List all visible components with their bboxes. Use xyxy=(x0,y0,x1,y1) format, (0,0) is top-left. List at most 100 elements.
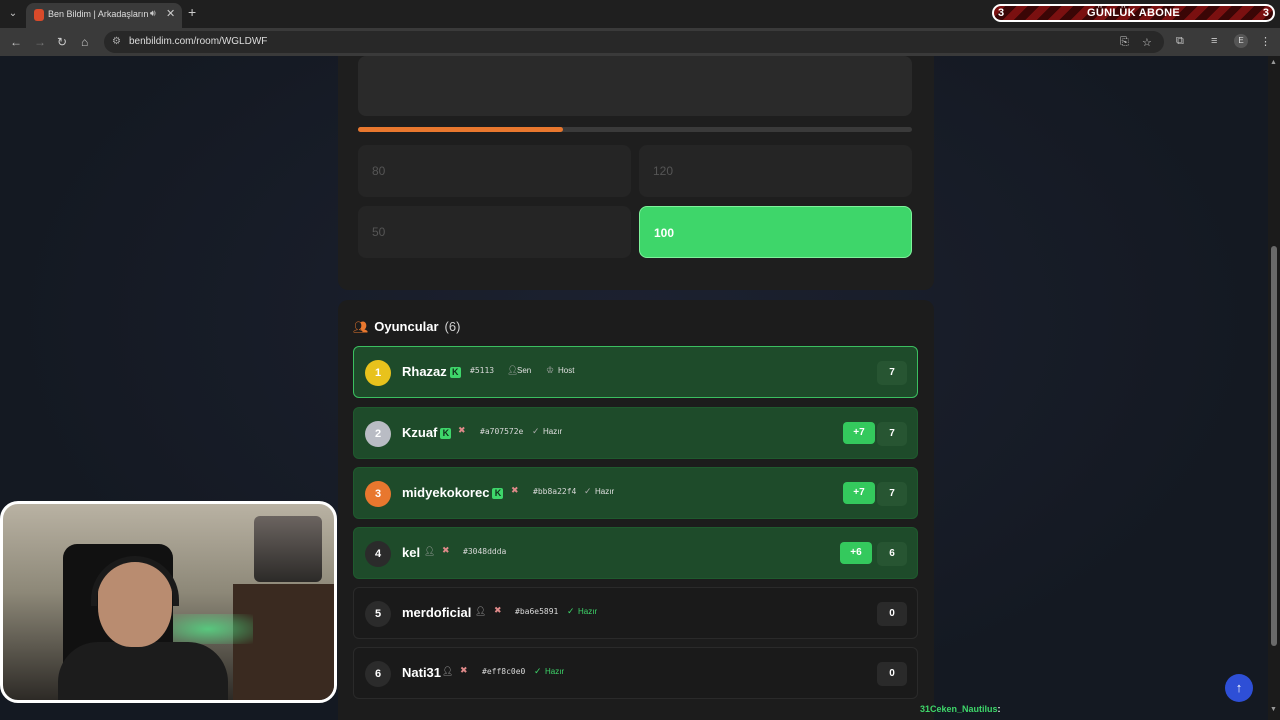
timer-progress-bar xyxy=(358,127,912,132)
rank-badge: 3 xyxy=(365,481,391,507)
question-box xyxy=(358,56,912,116)
bookmark-star-icon[interactable]: ☆ xyxy=(1142,36,1152,49)
home-icon[interactable]: ⌂ xyxy=(81,35,88,49)
player-id: #a707572e xyxy=(480,427,524,436)
banner-left-count: 3 xyxy=(998,7,1005,19)
check-circle-icon: ✓ xyxy=(534,666,542,676)
rank-badge: 4 xyxy=(365,541,391,567)
back-arrow-icon[interactable]: ← xyxy=(10,35,22,49)
player-name: Nati31 xyxy=(402,665,442,680)
player-id: #3048ddda xyxy=(463,547,507,556)
players-heading: 👥︎ Oyuncular (6) xyxy=(353,319,460,334)
kick-player-icon[interactable]: ✖︎ xyxy=(460,665,468,676)
reload-icon[interactable]: ↻ xyxy=(57,35,67,49)
scroll-up-arrow-icon[interactable]: ▲ xyxy=(1270,59,1277,66)
secondary-camera xyxy=(254,516,322,582)
users-icon: 👥︎ xyxy=(353,319,369,334)
daily-subscriber-banner: 3 GÜNLÜK ABONE 3 xyxy=(992,4,1275,22)
player-score: 7 xyxy=(877,422,907,446)
points-gained-badge: +7 xyxy=(843,422,875,444)
ready-status: Hazır xyxy=(578,607,598,616)
page-scrollbar[interactable]: ▲ ▼ xyxy=(1268,56,1280,720)
points-gained-badge: +7 xyxy=(843,482,875,504)
profile-avatar[interactable]: E xyxy=(1234,34,1248,48)
chat-username: 31Ceken_Nautilus xyxy=(920,704,998,714)
kick-player-icon[interactable]: ✖︎ xyxy=(494,605,502,616)
rank-badge: 6 xyxy=(365,661,391,687)
browser-tab-bar: ⌄ Ben Bildim | Arkadaşlarınla 🔊︎ ✕ + 3 G… xyxy=(0,0,1280,28)
player-name: merdoficial xyxy=(402,605,472,620)
points-gained-badge: +6 xyxy=(840,542,872,564)
player-name: Rhazaz K xyxy=(402,364,461,379)
media-control-icon[interactable]: ≡ xyxy=(1211,35,1217,47)
streamer-webcam xyxy=(0,501,337,703)
kick-player-icon[interactable]: ✖︎ xyxy=(442,545,450,556)
scroll-thumb[interactable] xyxy=(1271,246,1277,646)
scroll-down-arrow-icon[interactable]: ▼ xyxy=(1270,706,1277,713)
check-circle-icon: ✓ xyxy=(584,486,592,496)
player-row: 1 Rhazaz K #5113 👤︎ Sen ♔ Host 7 xyxy=(353,346,918,398)
forward-arrow-icon[interactable]: → xyxy=(34,35,46,49)
check-circle-icon: ✓ xyxy=(567,606,575,616)
chat-colon: : xyxy=(997,704,1001,714)
chat-message: 31Ceken_Nautilus: xyxy=(920,704,1001,714)
user-icon: 👤︎ xyxy=(442,666,454,676)
player-name-text: Kzuaf xyxy=(402,425,438,440)
answer-option[interactable]: 120 xyxy=(639,145,912,197)
kick-logo-icon: K xyxy=(492,488,504,500)
site-favicon-icon xyxy=(34,9,44,21)
kick-logo-icon: K xyxy=(449,367,461,379)
close-tab-icon[interactable]: ✕ xyxy=(166,7,175,20)
banner-right-count: 3 xyxy=(1262,7,1269,19)
player-id: #eff8c0e0 xyxy=(482,667,526,676)
new-tab-icon[interactable]: + xyxy=(188,4,196,20)
players-title: Oyuncular xyxy=(374,319,439,334)
check-circle-icon: ✓ xyxy=(532,426,540,436)
ready-status: Hazır xyxy=(543,427,563,436)
player-score: 7 xyxy=(877,482,907,506)
kick-player-icon[interactable]: ✖︎ xyxy=(511,485,519,496)
scroll-to-top-button[interactable]: ↑ xyxy=(1225,674,1253,702)
ready-status: Hazır xyxy=(545,667,565,676)
tab-search-chevron-icon[interactable]: ⌄ xyxy=(4,5,22,23)
answer-option[interactable]: 50 xyxy=(358,206,631,258)
player-row: 2 Kzuaf K ✖︎ #a707572e ✓ Hazır +7 7 xyxy=(353,407,918,459)
rank-badge: 1 xyxy=(365,360,391,386)
speaker-icon[interactable]: 🔊︎ xyxy=(150,8,156,19)
user-icon: 👤︎ xyxy=(475,606,487,616)
player-row: 3 midyekokorec K ✖︎ #bb8a22f4 ✓ Hazır +7 … xyxy=(353,467,918,519)
player-name-text: midyekokorec xyxy=(402,485,490,500)
player-id: #ba6e5891 xyxy=(515,607,559,616)
extensions-icon[interactable]: ⧉ xyxy=(1176,35,1184,48)
user-icon: 👤︎ xyxy=(424,546,436,556)
player-score: 0 xyxy=(877,662,907,686)
kick-logo-icon: K xyxy=(440,428,452,440)
players-card: 👥︎ Oyuncular (6) 1 Rhazaz K #5113 👤︎ Sen … xyxy=(338,300,934,720)
site-info-icon[interactable]: ⚙ xyxy=(112,36,121,47)
menu-kebab-icon[interactable]: ⋮ xyxy=(1260,35,1271,48)
browser-tab[interactable]: Ben Bildim | Arkadaşlarınla 🔊︎ ✕ xyxy=(26,3,182,28)
you-tag: Sen xyxy=(517,366,532,375)
player-name-text: Rhazaz xyxy=(402,364,447,379)
banner-label: GÜNLÜK ABONE xyxy=(1086,7,1181,19)
crown-icon: ♔ xyxy=(546,365,555,375)
player-name: kel xyxy=(402,545,421,560)
kick-player-icon[interactable]: ✖︎ xyxy=(458,425,466,436)
player-name: midyekokorec K xyxy=(402,485,504,500)
player-score: 6 xyxy=(877,542,907,566)
player-name: Kzuaf K xyxy=(402,425,452,440)
player-row: 4 kel 👤︎ ✖︎ #3048ddda +6 6 xyxy=(353,527,918,579)
answer-option-selected[interactable]: 100 xyxy=(639,206,912,258)
players-count: (6) xyxy=(444,319,461,334)
player-id: #5113 xyxy=(470,366,495,375)
address-bar[interactable]: ⚙ benbildim.com/room/WGLDWF ⎘ ☆ xyxy=(104,31,1164,53)
streamer-body xyxy=(58,642,228,700)
answer-option[interactable]: 80 xyxy=(358,145,631,197)
question-card: 80 120 50 100 xyxy=(338,56,934,290)
tab-title: Ben Bildim | Arkadaşlarınla xyxy=(48,9,148,19)
rank-badge: 5 xyxy=(365,601,391,627)
install-app-icon[interactable]: ⎘ xyxy=(1120,36,1129,49)
player-score: 0 xyxy=(877,602,907,626)
player-score: 7 xyxy=(877,361,907,385)
player-row: 6 Nati31 👤︎ ✖︎ #eff8c0e0 ✓ Hazır 0 xyxy=(353,647,918,699)
